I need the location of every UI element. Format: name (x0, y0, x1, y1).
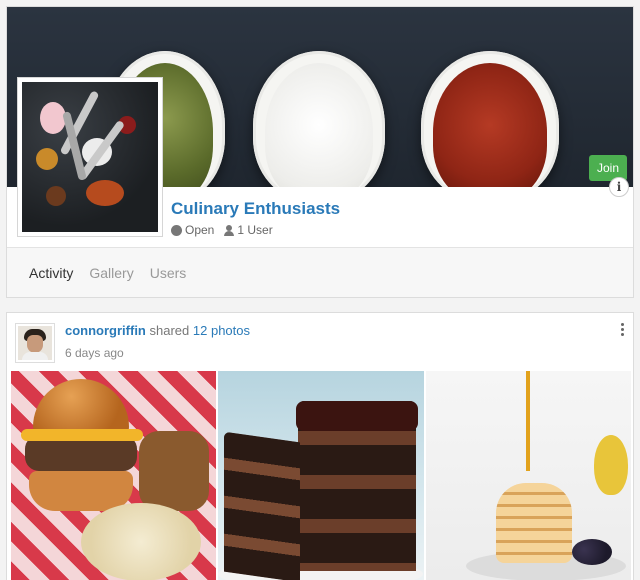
group-tabs: Activity Gallery Users (7, 247, 633, 297)
burger-photo[interactable] (11, 371, 217, 580)
group-title[interactable]: Culinary Enthusiasts (171, 199, 340, 219)
group-avatar-image (22, 82, 158, 232)
post-header: connorgriffin shared 12 photos (65, 323, 250, 338)
tab-activity[interactable]: Activity (29, 265, 73, 281)
info-icon[interactable]: i (609, 177, 629, 197)
author-avatar[interactable] (15, 323, 55, 363)
post-photos-link[interactable]: 12 photos (193, 323, 250, 338)
user-icon (224, 224, 235, 236)
globe-icon (171, 224, 182, 236)
privacy-label: Open (185, 223, 215, 237)
photo-grid (11, 371, 631, 580)
post-author-link[interactable]: connorgriffin (65, 323, 146, 338)
member-count-label: 1 User (237, 223, 273, 237)
cake-photo[interactable] (218, 371, 424, 580)
tab-gallery[interactable]: Gallery (89, 265, 133, 281)
group-avatar[interactable] (17, 77, 163, 237)
spice-bowl-white (253, 51, 385, 187)
author-avatar-image (18, 326, 52, 360)
privacy-status: Open (171, 223, 214, 237)
tab-users[interactable]: Users (150, 265, 187, 281)
kebab-menu-icon[interactable] (619, 323, 625, 337)
member-count[interactable]: 1 User (224, 223, 273, 237)
pancakes-photo[interactable] (425, 371, 631, 580)
activity-post: connorgriffin shared 12 photos 6 days ag… (6, 312, 634, 580)
spice-bowl-red (421, 51, 559, 187)
group-header-card: Join i Culinary Enthusiasts Open 1 User … (6, 6, 634, 298)
post-timestamp[interactable]: 6 days ago (65, 346, 124, 360)
group-meta: Open 1 User (171, 223, 273, 237)
post-verb: shared (149, 323, 190, 338)
